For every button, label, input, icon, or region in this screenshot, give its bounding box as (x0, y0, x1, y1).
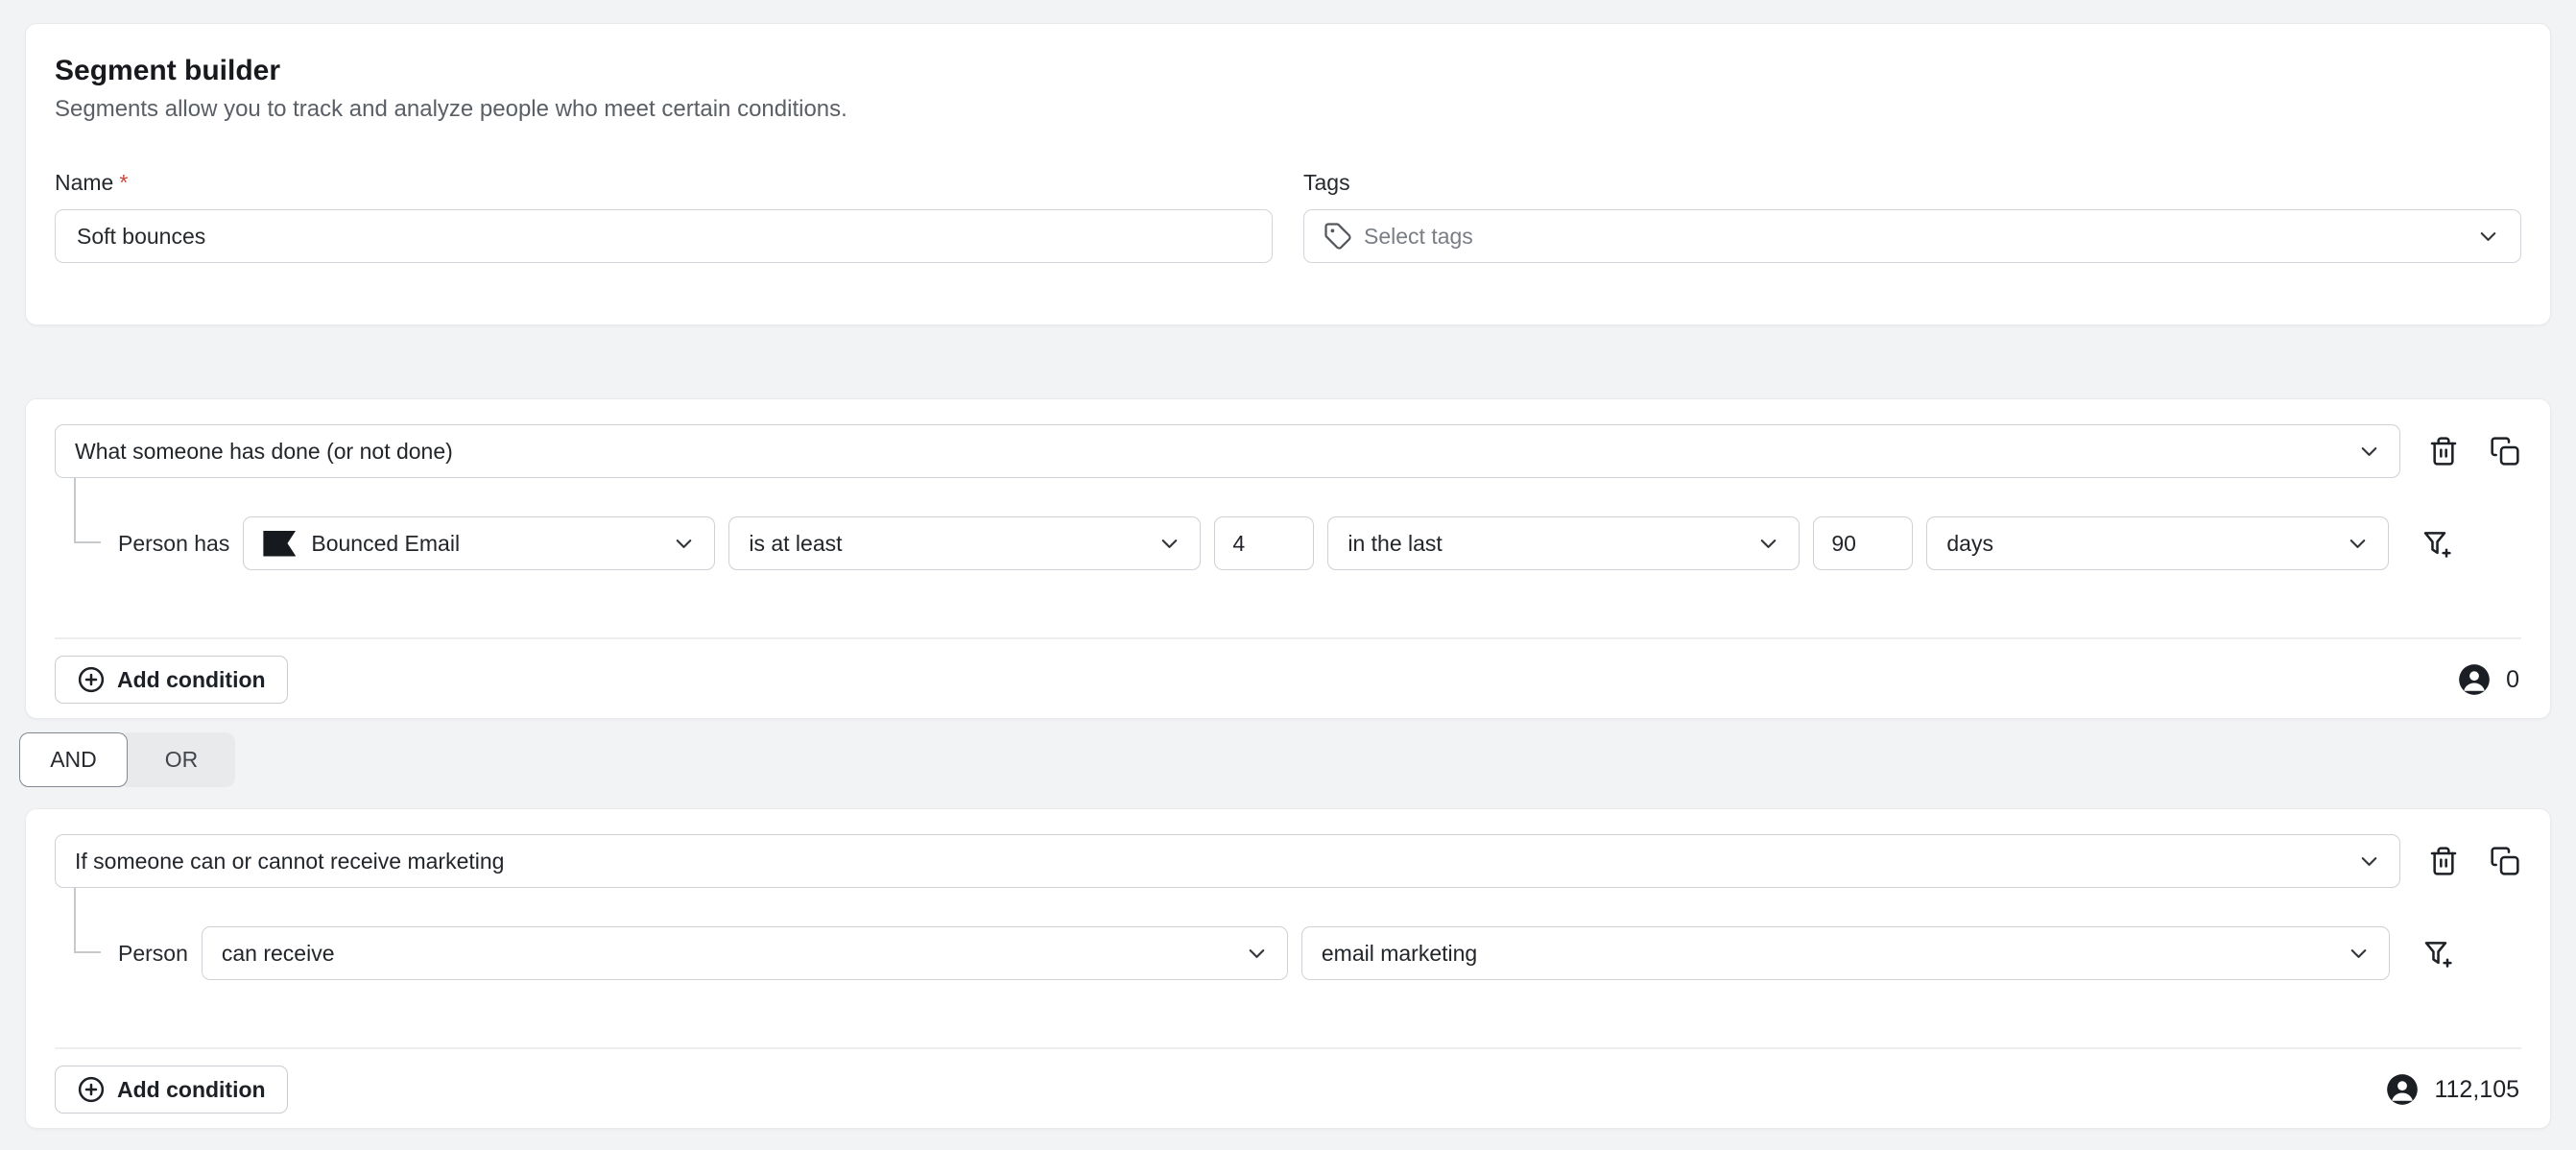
page-title: Segment builder (55, 55, 2521, 86)
copy-icon (2490, 846, 2520, 876)
chevron-down-icon (2475, 224, 2501, 250)
plus-circle-icon (77, 665, 106, 694)
condition-row: Person can receive email marketing (55, 926, 2521, 980)
plus-circle-icon (77, 1075, 106, 1104)
timeframe-select[interactable]: in the last (1327, 516, 1800, 570)
add-filter-button[interactable] (2421, 937, 2454, 970)
branch-connector (74, 478, 101, 543)
chevron-down-icon (1755, 531, 1781, 557)
name-field-group: Name* (55, 170, 1273, 263)
condition-type-select[interactable]: If someone can or cannot receive marketi… (55, 834, 2400, 888)
chevron-down-icon (2345, 531, 2371, 557)
segment-builder-page: Segment builder Segments allow you to tr… (0, 0, 2576, 1150)
chevron-down-icon (671, 531, 697, 557)
condition-type-select[interactable]: What someone has done (or not done) (55, 424, 2400, 478)
card-divider (55, 1047, 2521, 1049)
trash-icon (2428, 436, 2459, 467)
people-count: 112,105 (2384, 1071, 2521, 1108)
name-tags-row: Name* Tags Select tags (55, 170, 2521, 263)
condition-group-2: If someone can or cannot receive marketi… (25, 808, 2551, 1129)
permission-select[interactable]: can receive (202, 926, 1288, 980)
required-asterisk: * (119, 170, 128, 195)
page-subtitle: Segments allow you to track and analyze … (55, 96, 2521, 122)
time-unit-select[interactable]: days (1926, 516, 2389, 570)
logic-toggle: AND OR (19, 732, 2576, 787)
tags-select[interactable]: Select tags (1303, 209, 2521, 263)
logic-or-button[interactable]: OR (118, 732, 235, 787)
card-divider (55, 637, 2521, 639)
person-circle-icon (2384, 1071, 2421, 1108)
add-condition-button[interactable]: Add condition (55, 656, 288, 704)
name-label: Name* (55, 170, 1273, 196)
chevron-down-icon (1244, 941, 1270, 967)
group-footer: Add condition 0 (55, 653, 2521, 707)
condition-row-label: Person (118, 941, 188, 967)
chevron-down-icon (2356, 849, 2382, 874)
event-select[interactable]: Bounced Email (243, 516, 715, 570)
condition-type-row: What someone has done (or not done) (55, 424, 2521, 478)
tags-placeholder: Select tags (1364, 224, 2475, 250)
logic-and-button[interactable]: AND (19, 732, 128, 787)
people-count: 0 (2456, 661, 2521, 698)
filter-plus-icon (2421, 528, 2452, 559)
tags-label: Tags (1303, 170, 2521, 196)
trash-icon (2428, 846, 2459, 876)
tag-icon (1324, 222, 1352, 251)
filter-plus-icon (2422, 938, 2453, 969)
condition-group-1: What someone has done (or not done) Pers… (25, 398, 2551, 719)
condition-type-row: If someone can or cannot receive marketi… (55, 834, 2521, 888)
people-count-value: 112,105 (2434, 1076, 2519, 1104)
duplicate-condition-button[interactable] (2489, 435, 2521, 467)
copy-icon (2490, 436, 2520, 467)
people-count-value: 0 (2506, 666, 2519, 694)
branch-connector (74, 888, 101, 953)
chevron-down-icon (2356, 439, 2382, 465)
person-circle-icon (2456, 661, 2493, 698)
add-event-filter-button[interactable] (2421, 527, 2453, 560)
group-footer: Add condition 112,105 (55, 1063, 2521, 1116)
chevron-down-icon (1157, 531, 1182, 557)
segment-name-input[interactable] (55, 209, 1273, 263)
condition-row-label: Person has (118, 531, 229, 557)
event-count-input[interactable] (1214, 516, 1314, 570)
delete-condition-button[interactable] (2427, 435, 2460, 467)
segment-builder-card: Segment builder Segments allow you to tr… (25, 23, 2551, 325)
flag-icon (263, 531, 296, 557)
operator-select[interactable]: is at least (728, 516, 1201, 570)
timeframe-value-input[interactable] (1813, 516, 1913, 570)
add-condition-button[interactable]: Add condition (55, 1066, 288, 1114)
chevron-down-icon (2346, 941, 2372, 967)
tags-field-group: Tags Select tags (1303, 170, 2521, 263)
delete-condition-button[interactable] (2427, 845, 2460, 877)
condition-row: Person has Bounced Email is at least in … (55, 516, 2521, 570)
duplicate-condition-button[interactable] (2489, 845, 2521, 877)
channel-select[interactable]: email marketing (1301, 926, 2390, 980)
